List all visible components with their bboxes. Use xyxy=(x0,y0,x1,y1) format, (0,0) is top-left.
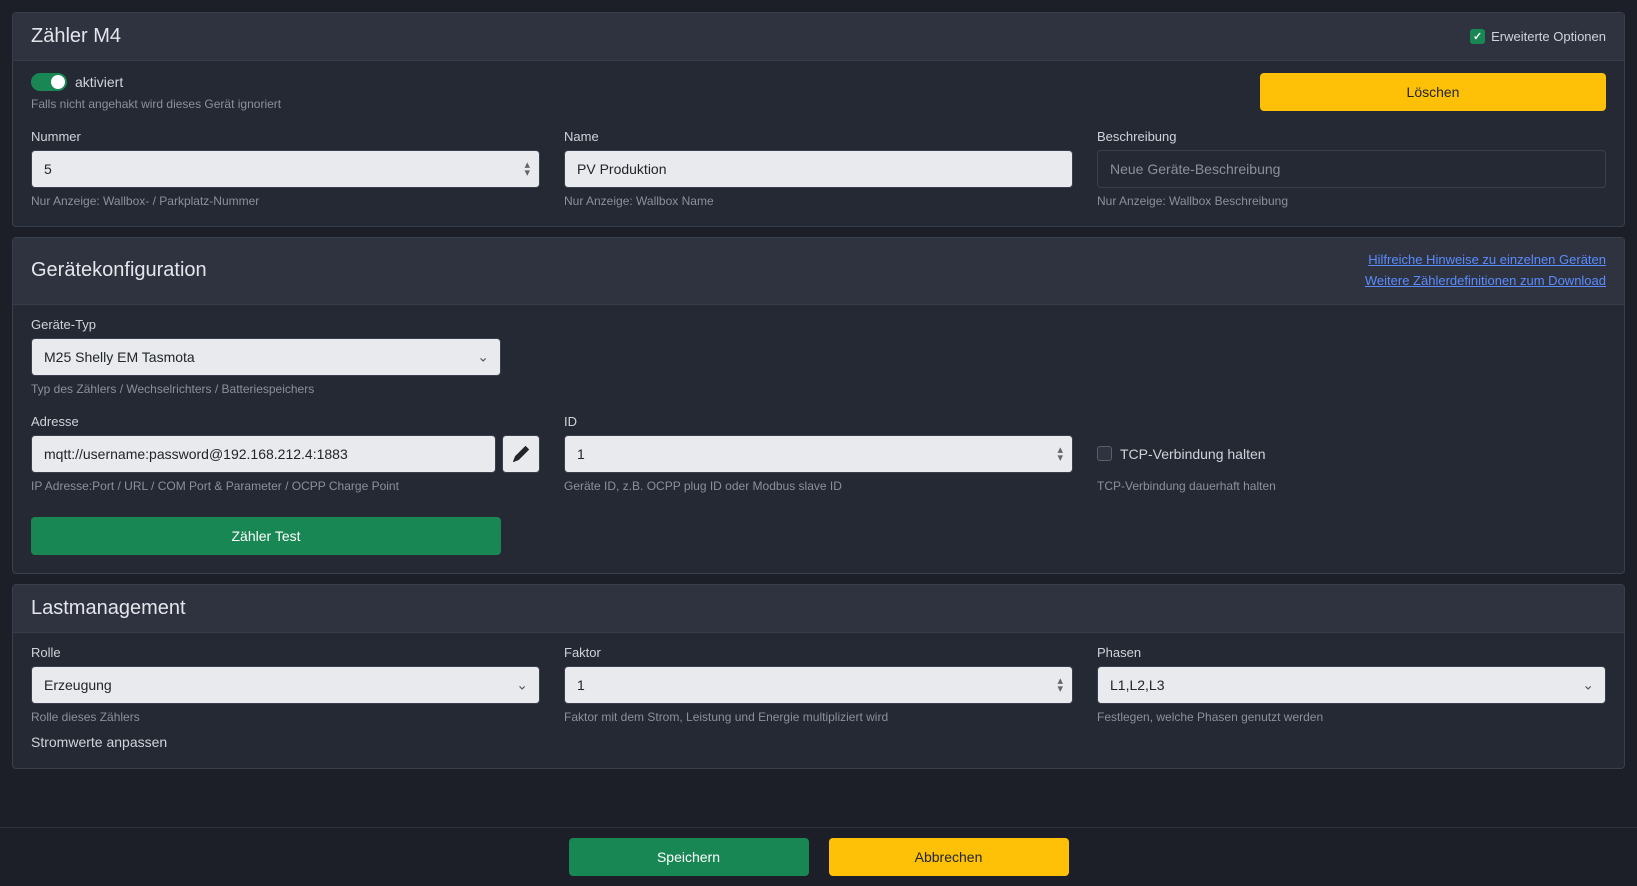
device-type-select[interactable]: M25 Shelly EM Tasmota xyxy=(31,338,501,376)
device-type-help: Typ des Zählers / Wechselrichters / Batt… xyxy=(31,382,501,396)
load-mgmt-title: Lastmanagement xyxy=(31,597,186,620)
id-help: Geräte ID, z.B. OCPP plug ID oder Modbus… xyxy=(564,479,1073,493)
device-type-label: Geräte-Typ xyxy=(31,317,501,332)
meter-panel: Zähler M4 ✓ Erweiterte Optionen aktivier… xyxy=(12,12,1625,227)
edit-address-button[interactable] xyxy=(502,435,540,473)
number-help: Nur Anzeige: Wallbox- / Parkplatz-Nummer xyxy=(31,194,540,208)
tcp-keep-checkbox[interactable]: TCP-Verbindung halten xyxy=(1097,435,1606,473)
enabled-help: Falls nicht angehakt wird dieses Gerät i… xyxy=(31,97,281,111)
meter-header: Zähler M4 ✓ Erweiterte Optionen xyxy=(13,13,1624,61)
advanced-options-label: Erweiterte Optionen xyxy=(1491,29,1606,44)
adjust-current-label: Stromwerte anpassen xyxy=(31,734,540,750)
role-label: Rolle xyxy=(31,645,540,660)
device-config-header: Gerätekonfiguration Hilfreiche Hinweise … xyxy=(13,238,1624,305)
enabled-toggle[interactable] xyxy=(31,73,67,91)
tcp-keep-help: TCP-Verbindung dauerhaft halten xyxy=(1097,479,1606,493)
page-title: Zähler M4 xyxy=(31,25,121,48)
role-help: Rolle dieses Zählers xyxy=(31,710,540,724)
address-help: IP Adresse:Port / URL / COM Port & Param… xyxy=(31,479,540,493)
desc-help: Nur Anzeige: Wallbox Beschreibung xyxy=(1097,194,1606,208)
phases-label: Phasen xyxy=(1097,645,1606,660)
number-input[interactable] xyxy=(31,150,540,188)
name-label: Name xyxy=(564,129,1073,144)
save-button[interactable]: Speichern xyxy=(569,838,809,876)
factor-input[interactable] xyxy=(564,666,1073,704)
factor-help: Faktor mit dem Strom, Leistung und Energ… xyxy=(564,710,1073,724)
load-mgmt-panel: Lastmanagement Rolle Erzeugung ⌄ Rolle d… xyxy=(12,584,1625,769)
cancel-button[interactable]: Abbrechen xyxy=(829,838,1069,876)
help-link-devices[interactable]: Hilfreiche Hinweise zu einzelnen Geräten xyxy=(1365,250,1606,271)
activation-row: aktiviert Falls nicht angehakt wird dies… xyxy=(13,61,1624,117)
number-label: Nummer xyxy=(31,129,540,144)
advanced-options-checkbox[interactable]: ✓ Erweiterte Optionen xyxy=(1470,29,1606,44)
phases-help: Festlegen, welche Phasen genutzt werden xyxy=(1097,710,1606,724)
check-icon: ✓ xyxy=(1470,29,1485,44)
device-config-panel: Gerätekonfiguration Hilfreiche Hinweise … xyxy=(12,237,1625,574)
factor-label: Faktor xyxy=(564,645,1073,660)
pencil-icon xyxy=(513,446,529,462)
tcp-keep-label: TCP-Verbindung halten xyxy=(1120,446,1266,462)
name-input[interactable] xyxy=(564,150,1073,188)
checkbox-empty-icon xyxy=(1097,446,1112,461)
role-select[interactable]: Erzeugung xyxy=(31,666,540,704)
test-meter-button[interactable]: Zähler Test xyxy=(31,517,501,555)
download-link-definitions[interactable]: Weitere Zählerdefinitionen zum Download xyxy=(1365,271,1606,292)
phases-select[interactable]: L1,L2,L3 xyxy=(1097,666,1606,704)
id-input[interactable] xyxy=(564,435,1073,473)
delete-button[interactable]: Löschen xyxy=(1260,73,1606,111)
desc-input[interactable] xyxy=(1097,150,1606,188)
load-mgmt-header: Lastmanagement xyxy=(13,585,1624,633)
address-label: Adresse xyxy=(31,414,540,429)
device-config-title: Gerätekonfiguration xyxy=(31,259,207,282)
id-label: ID xyxy=(564,414,1073,429)
desc-label: Beschreibung xyxy=(1097,129,1606,144)
footer-bar: Speichern Abbrechen xyxy=(0,827,1637,886)
name-help: Nur Anzeige: Wallbox Name xyxy=(564,194,1073,208)
address-input[interactable] xyxy=(31,435,496,473)
enabled-label: aktiviert xyxy=(75,74,123,90)
